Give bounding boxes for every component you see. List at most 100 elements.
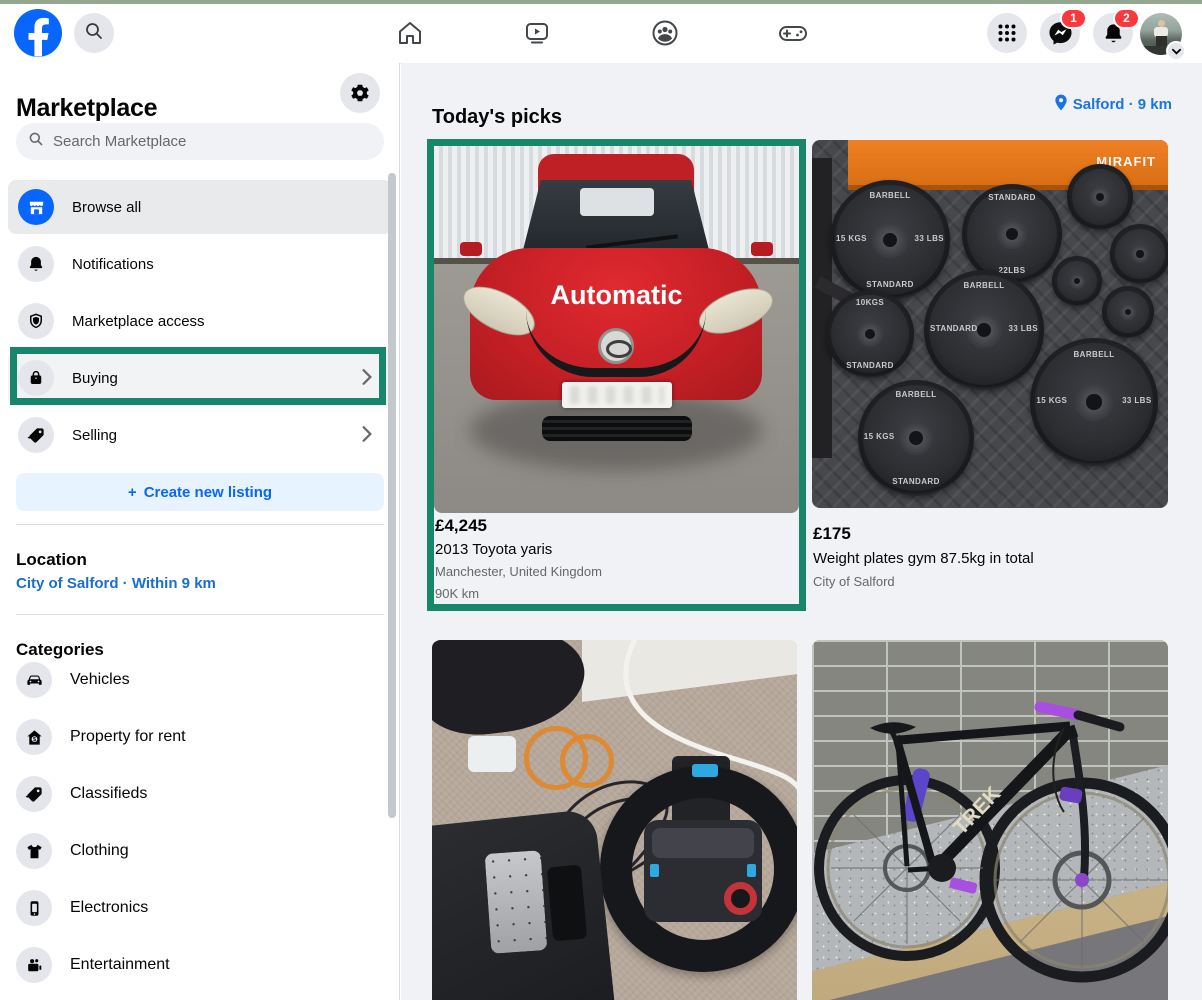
category-property-for-rent[interactable]: $ Property for rent — [16, 710, 384, 764]
sidebar-item-label: Selling — [72, 427, 117, 444]
home-tab[interactable] — [394, 17, 426, 49]
sidebar-scrollbar[interactable] — [388, 173, 396, 818]
category-label: Classifieds — [70, 785, 147, 803]
account-chevron-down-icon[interactable] — [1166, 41, 1186, 61]
weight-plate: BARBELL 15 KGS STANDARD — [858, 380, 974, 496]
sidebar-item-buying[interactable]: Buying — [8, 351, 392, 405]
sidebar-item-label: Buying — [72, 370, 118, 387]
listing-location: City of Salford — [813, 574, 895, 589]
feed-location-link[interactable]: Salford · 9 km — [1054, 94, 1172, 115]
notifications-button[interactable]: 2 — [1093, 13, 1133, 53]
map-pin-icon — [1054, 94, 1068, 115]
listing-toyota-card[interactable]: Automatic £4,245 2013 Toyota yaris Manch… — [427, 139, 806, 611]
marketplace-search-input[interactable] — [51, 132, 372, 151]
watch-video-icon — [523, 19, 551, 47]
category-classifieds[interactable]: Classifieds — [16, 767, 384, 821]
apps-grid-icon — [997, 23, 1017, 43]
shield-icon — [18, 303, 54, 339]
toyota-emblem — [598, 328, 634, 364]
create-new-listing-button[interactable]: + Create new listing — [16, 473, 384, 511]
plus-icon: + — [128, 484, 137, 501]
sidebar-item-browse-all[interactable]: Browse all — [8, 180, 392, 234]
marketplace-search[interactable] — [16, 123, 384, 160]
listing-bike-photo[interactable]: TREK — [812, 640, 1168, 1000]
sidebar-item-label: Notifications — [72, 256, 154, 273]
listing-toyota-photo[interactable]: Automatic — [434, 146, 799, 513]
weight-plate — [1067, 164, 1133, 230]
divider — [16, 614, 384, 615]
listing-weights-photo[interactable]: MIRAFIT BARBELL 15 KGS 33 LBS STANDARD S… — [812, 140, 1168, 508]
groups-tab[interactable] — [649, 17, 681, 49]
page-title: Marketplace — [16, 94, 157, 123]
category-label: Electronics — [70, 899, 148, 917]
metal-pedal — [485, 850, 548, 954]
mountain-bike: TREK — [812, 640, 1168, 1000]
house-dollar-icon: $ — [16, 719, 52, 755]
listing-price: £4,245 — [435, 516, 487, 536]
weight-plate — [1052, 256, 1102, 306]
listing-title: Weight plates gym 87.5kg in total — [813, 550, 1034, 567]
gear-icon — [349, 82, 371, 104]
gaming-icon — [777, 17, 809, 49]
chevron-right-icon — [358, 425, 376, 448]
gaming-tab[interactable] — [777, 17, 809, 49]
marketplace-settings-button[interactable] — [340, 73, 380, 113]
top-nav-bar: 1 2 — [0, 4, 1202, 64]
facebook-marketplace-page: 1 2 Marketplace — [0, 0, 1202, 1000]
listing-title: 2013 Toyota yaris — [435, 541, 552, 558]
divider — [16, 524, 384, 525]
location-link[interactable]: City of Salford · Within 9 km — [16, 575, 216, 592]
messenger-button[interactable]: 1 — [1040, 13, 1080, 53]
notifications-badge: 2 — [1113, 8, 1140, 29]
search-icon — [28, 131, 44, 152]
category-electronics[interactable]: Electronics — [16, 881, 384, 935]
photo-overlay-text: Automatic — [434, 280, 799, 311]
category-label: Vehicles — [70, 671, 130, 689]
category-entertainment[interactable]: Entertainment — [16, 938, 384, 992]
weight-plate: BARBELL 15 KGS 33 LBS — [1030, 338, 1158, 466]
search-icon — [84, 21, 104, 46]
home-icon — [396, 19, 424, 47]
sidebar-item-label: Marketplace access — [72, 313, 205, 330]
listing-location: Manchester, United Kingdom — [435, 564, 602, 579]
tag-icon — [16, 776, 52, 812]
license-plate-blurred — [562, 382, 672, 408]
listing-racing-wheel-photo[interactable] — [432, 640, 797, 1000]
weight-plate: BARBELL 15 KGS 33 LBS STANDARD — [830, 180, 950, 300]
sidebar-item-label: Browse all — [72, 199, 141, 216]
storefront-icon — [18, 189, 54, 225]
watch-tab[interactable] — [521, 17, 553, 49]
feed-heading: Today's picks — [432, 106, 562, 129]
car-icon — [16, 662, 52, 698]
sidebar-item-marketplace-access[interactable]: Marketplace access — [8, 294, 392, 348]
marketplace-feed: Today's picks Salford · 9 km Automat — [401, 63, 1202, 1000]
category-vehicles[interactable]: Vehicles — [16, 653, 384, 707]
price-tag-icon — [18, 417, 54, 453]
tshirt-icon — [16, 833, 52, 869]
listing-weights-card[interactable]: MIRAFIT BARBELL 15 KGS 33 LBS STANDARD S… — [812, 140, 1168, 508]
weight-plate: 10KGS STANDARD — [826, 290, 914, 378]
category-label: Clothing — [70, 842, 129, 860]
wheel-blue-stripe — [692, 764, 718, 777]
sidebar-item-selling[interactable]: Selling — [8, 408, 392, 462]
red-dial — [724, 882, 757, 915]
facebook-logo[interactable] — [14, 9, 62, 57]
apps-menu-button[interactable] — [987, 13, 1027, 53]
weight-plate: STANDARD 22LBS — [962, 184, 1062, 284]
location-heading: Location — [16, 550, 87, 570]
shopping-bag-icon — [18, 360, 54, 396]
weight-plate — [1110, 224, 1168, 284]
groups-icon — [650, 18, 680, 48]
entertainment-icon — [16, 947, 52, 983]
black-pedal — [547, 865, 587, 942]
listing-mileage: 90K km — [435, 586, 479, 601]
listing-bike-card[interactable]: TREK — [812, 640, 1168, 1000]
search-button[interactable] — [74, 13, 114, 53]
listing-racing-wheel-card[interactable] — [432, 640, 797, 1000]
sidebar-item-notifications[interactable]: Notifications — [8, 237, 392, 291]
marketplace-sidebar: Marketplace Browse all Notifications — [0, 63, 400, 1000]
category-label: Entertainment — [70, 956, 170, 974]
phone-icon — [16, 890, 52, 926]
category-label: Property for rent — [70, 728, 186, 746]
category-clothing[interactable]: Clothing — [16, 824, 384, 878]
